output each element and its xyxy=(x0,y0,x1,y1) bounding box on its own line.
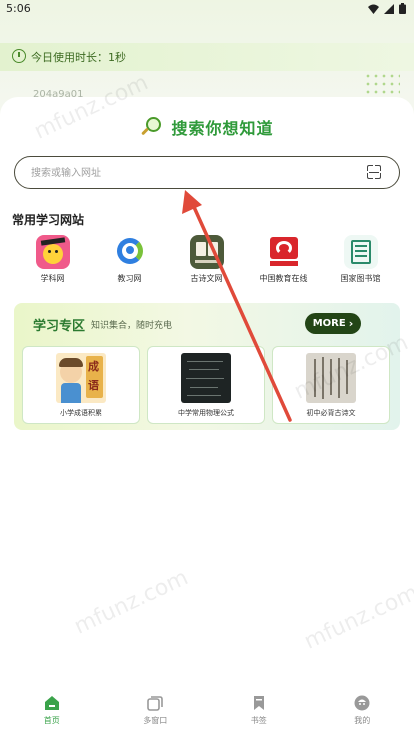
study-card-caption: 中学常用物理公式 xyxy=(178,409,234,417)
search-input[interactable] xyxy=(29,162,353,184)
common-sites-title: 常用学习网站 xyxy=(12,213,85,227)
tab-label: 多窗口 xyxy=(143,716,168,725)
tab-multi-window[interactable]: 多窗口 xyxy=(104,690,208,736)
status-bar: 5:06 xyxy=(0,0,414,20)
scan-icon[interactable] xyxy=(367,165,381,179)
study-card-caption: 小学成语积累 xyxy=(60,409,102,417)
wifi-icon xyxy=(368,4,379,14)
battery-icon xyxy=(399,3,406,14)
site-item-national-library[interactable]: 国家图书馆 xyxy=(322,235,399,284)
site-label: 古诗文网 xyxy=(190,274,223,283)
tab-label: 书签 xyxy=(250,716,267,725)
decorative-dots xyxy=(364,72,400,100)
more-label: MORE xyxy=(312,318,346,329)
site-label: 国家图书馆 xyxy=(340,274,381,283)
study-zone-subtitle: 知识集合，随时充电 xyxy=(91,321,173,331)
common-sites-list: 学科网 教习网 古诗文网 中国教育在线 国家图书馆 xyxy=(14,235,404,284)
windows-icon xyxy=(147,696,164,711)
site-item-gushiwen[interactable]: 古诗文网 xyxy=(168,235,245,284)
study-card-physics[interactable]: 中学常用物理公式 xyxy=(147,346,265,424)
user-icon xyxy=(354,695,370,711)
site-label: 教习网 xyxy=(117,274,142,283)
tab-mine[interactable]: 我的 xyxy=(311,690,414,736)
idiom-badge-top: 成 xyxy=(88,360,99,373)
study-card-caption: 初中必背古诗文 xyxy=(306,409,356,417)
study-zone-title: 学习专区 xyxy=(33,319,86,334)
tab-label: 我的 xyxy=(354,716,371,725)
magnifier-icon xyxy=(140,117,162,137)
book-logo-icon xyxy=(189,235,224,269)
study-card-idioms[interactable]: 成 语 小学成语积累 xyxy=(22,346,140,424)
search-box[interactable] xyxy=(14,156,400,189)
site-item-china-education-online[interactable]: 中国教育在线 xyxy=(245,235,322,284)
usage-time-banner: 今日使用时长：1秒 xyxy=(0,43,414,71)
blackboard-thumbnail-icon xyxy=(181,353,231,403)
chevron-right-icon: › xyxy=(348,317,354,330)
bookmark-icon xyxy=(253,696,264,710)
site-item-jiaoxiwang[interactable]: 教习网 xyxy=(91,235,168,284)
more-button[interactable]: MORE › xyxy=(305,313,361,334)
tab-bookmarks[interactable]: 书签 xyxy=(207,690,311,736)
blue-figure-logo-icon xyxy=(112,235,147,269)
library-logo-icon xyxy=(343,235,378,269)
site-label: 学科网 xyxy=(40,274,65,283)
tab-label: 首页 xyxy=(43,716,60,725)
bottom-tab-bar: 首页 多窗口 书签 我的 xyxy=(0,690,414,736)
red-2-logo-icon xyxy=(266,235,301,269)
site-label: 中国教育在线 xyxy=(259,274,308,283)
site-item-xuekewang[interactable]: 学科网 xyxy=(14,235,91,284)
usage-time-text: 今日使用时长：1秒 xyxy=(31,51,126,64)
idioms-thumbnail-icon: 成 语 xyxy=(56,353,106,403)
status-time: 5:06 xyxy=(6,2,31,15)
home-icon xyxy=(44,696,59,710)
status-icons xyxy=(368,3,406,14)
clock-icon xyxy=(12,49,26,63)
tab-home[interactable]: 首页 xyxy=(0,690,104,736)
signal-icon xyxy=(384,3,394,14)
search-headline-title: 搜索你想知道 xyxy=(171,119,274,138)
idiom-badge-bottom: 语 xyxy=(88,379,99,392)
graduation-chick-logo-icon xyxy=(35,235,70,269)
